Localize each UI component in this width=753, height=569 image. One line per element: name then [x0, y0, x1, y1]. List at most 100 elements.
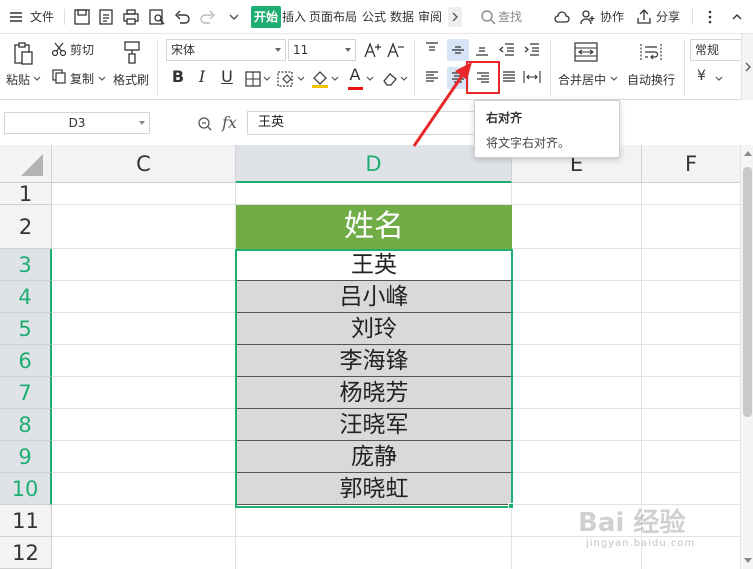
- print-icon[interactable]: [121, 7, 141, 27]
- row-header-8[interactable]: 8: [0, 409, 52, 441]
- cell-d7[interactable]: 杨晓芳: [236, 377, 512, 409]
- save-icon[interactable]: [72, 7, 92, 27]
- chevron-down-icon[interactable]: [331, 74, 339, 84]
- row-header-12[interactable]: 12: [0, 537, 52, 569]
- scroll-thumb[interactable]: [743, 167, 752, 417]
- cell-d4[interactable]: 吕小峰: [236, 281, 512, 313]
- row-header-6[interactable]: 6: [0, 345, 52, 377]
- column-header-c[interactable]: C: [52, 145, 236, 183]
- search-label[interactable]: 查找: [498, 6, 522, 28]
- paste-dropdown-icon[interactable]: [33, 74, 41, 84]
- ribbon-scroll-right-icon[interactable]: [741, 34, 753, 100]
- font-size-select[interactable]: 11: [288, 39, 356, 61]
- cell-d5[interactable]: 刘玲: [236, 313, 512, 345]
- copy-dropdown-icon[interactable]: [98, 74, 106, 84]
- wrap-text-button[interactable]: 自动换行: [627, 71, 675, 88]
- share-button[interactable]: 分享: [656, 6, 680, 28]
- search-icon[interactable]: [478, 7, 498, 27]
- vertical-scrollbar[interactable]: [740, 145, 753, 569]
- chevron-down-icon[interactable]: [263, 74, 271, 84]
- cell-d8[interactable]: 汪晓军: [236, 409, 512, 441]
- clear-format-icon[interactable]: [380, 69, 400, 89]
- print-preview-icon[interactable]: [147, 7, 167, 27]
- paste-button[interactable]: 粘贴: [6, 71, 30, 88]
- merge-center-icon[interactable]: [572, 39, 600, 65]
- cell-d2-header[interactable]: 姓名: [236, 205, 512, 249]
- row-header-10[interactable]: 10: [0, 473, 52, 505]
- font-color-button[interactable]: A: [345, 65, 365, 84]
- cell-d10[interactable]: 郭晓虹: [236, 473, 512, 505]
- fx-icon[interactable]: fx: [222, 113, 237, 132]
- tabs-more-chevron-icon[interactable]: [448, 7, 462, 27]
- tab-data[interactable]: 数据: [390, 6, 414, 28]
- increase-font-size-icon[interactable]: [363, 40, 383, 60]
- share-icon[interactable]: [634, 7, 654, 27]
- collaborate-icon[interactable]: [578, 7, 598, 27]
- chevron-down-icon[interactable]: [715, 74, 723, 84]
- decrease-indent-icon[interactable]: [497, 39, 517, 59]
- name-box[interactable]: D3: [4, 112, 150, 134]
- tab-review[interactable]: 审阅: [418, 6, 442, 28]
- scroll-down-icon[interactable]: [744, 558, 752, 563]
- undo-icon[interactable]: [172, 7, 192, 27]
- copy-button[interactable]: 复制: [70, 70, 94, 87]
- column-header-f[interactable]: F: [642, 145, 740, 183]
- chevron-down-icon[interactable]: [610, 74, 618, 84]
- cloud-sync-icon[interactable]: [552, 7, 572, 27]
- collaborate-button[interactable]: 协作: [600, 6, 624, 28]
- bold-button[interactable]: B: [168, 67, 188, 86]
- font-name-select[interactable]: 宋体: [166, 39, 286, 61]
- row-header-3[interactable]: 3: [0, 249, 52, 281]
- underline-button[interactable]: U: [217, 67, 237, 86]
- currency-format-button[interactable]: ¥: [697, 68, 706, 84]
- fill-pattern-icon[interactable]: [276, 69, 296, 89]
- chevron-down-icon[interactable]: [297, 74, 305, 84]
- hamburger-menu-icon[interactable]: [6, 7, 26, 27]
- tab-home[interactable]: 开始: [251, 6, 282, 28]
- wrap-text-icon[interactable]: [637, 39, 665, 65]
- align-bottom-icon[interactable]: [472, 39, 492, 59]
- borders-icon[interactable]: [243, 69, 263, 89]
- cell-d9[interactable]: 庞静: [236, 441, 512, 473]
- select-all-corner[interactable]: [0, 145, 52, 183]
- row-header-2[interactable]: 2: [0, 205, 52, 249]
- cut-button[interactable]: 剪切: [70, 41, 94, 58]
- justify-icon[interactable]: [499, 67, 519, 87]
- tab-page-layout[interactable]: 页面布局: [309, 6, 357, 28]
- paste-icon[interactable]: [10, 40, 36, 68]
- italic-button[interactable]: I: [192, 67, 212, 86]
- distribute-icon[interactable]: [522, 67, 542, 87]
- cell-d3[interactable]: 王英: [236, 249, 512, 281]
- row-header-7[interactable]: 7: [0, 377, 52, 409]
- chevron-down-icon[interactable]: [400, 74, 408, 84]
- redo-icon[interactable]: [198, 7, 218, 27]
- fill-handle[interactable]: [508, 503, 514, 509]
- file-menu[interactable]: 文件: [30, 6, 54, 28]
- chevron-down-icon[interactable]: [366, 74, 374, 84]
- increase-indent-icon[interactable]: [522, 39, 542, 59]
- format-painter-icon[interactable]: [119, 38, 145, 66]
- scroll-up-icon[interactable]: [744, 151, 752, 156]
- zoom-search-icon[interactable]: [196, 115, 214, 133]
- row-header-5[interactable]: 5: [0, 313, 52, 345]
- fill-color-icon[interactable]: [310, 68, 330, 90]
- export-pdf-icon[interactable]: [96, 7, 116, 27]
- cut-icon[interactable]: [50, 40, 68, 58]
- copy-icon[interactable]: [50, 67, 68, 85]
- tab-formulas[interactable]: 公式: [362, 6, 386, 28]
- format-painter-button[interactable]: 格式刷: [113, 71, 149, 88]
- tab-insert[interactable]: 插入: [282, 6, 306, 28]
- decrease-font-size-icon[interactable]: [386, 40, 406, 60]
- row-header-1[interactable]: 1: [0, 183, 52, 205]
- merge-center-button[interactable]: 合并居中: [558, 71, 606, 88]
- more-options-icon[interactable]: [700, 7, 720, 27]
- number-format-select[interactable]: 常规: [690, 39, 742, 61]
- cell-d6[interactable]: 李海锋: [236, 345, 512, 377]
- chevron-down-icon[interactable]: [224, 7, 244, 27]
- align-top-icon[interactable]: [422, 39, 442, 59]
- row-header-4[interactable]: 4: [0, 281, 52, 313]
- collapse-ribbon-icon[interactable]: [727, 7, 747, 27]
- divider: [692, 9, 693, 25]
- row-header-11[interactable]: 11: [0, 505, 52, 537]
- row-header-9[interactable]: 9: [0, 441, 52, 473]
